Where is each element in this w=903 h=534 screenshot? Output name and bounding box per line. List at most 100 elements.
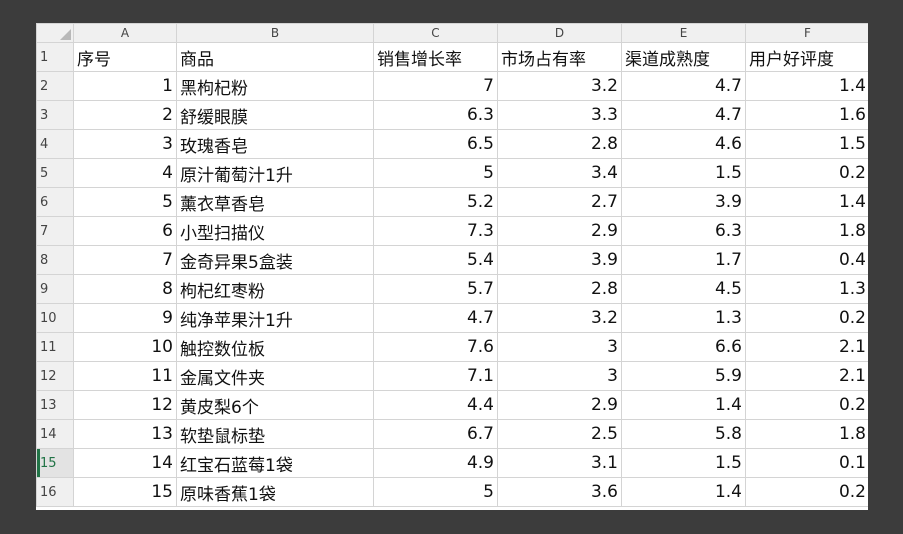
cell-a[interactable]: 3 [73,129,177,159]
row-number[interactable]: 4 [36,129,74,159]
row-number[interactable]: 3 [36,100,74,130]
cell-e[interactable]: 1.5 [621,158,746,188]
column-header-a[interactable]: A [73,23,177,43]
cell-d[interactable]: 3.9 [497,245,622,275]
cell-e[interactable]: 1.4 [621,390,746,420]
cell-b[interactable]: 薰衣草香皂 [176,187,374,217]
cell-b[interactable]: 枸杞红枣粉 [176,274,374,304]
cell-c[interactable]: 7.6 [373,332,498,362]
cell-a[interactable]: 1 [73,71,177,101]
cell-a[interactable]: 4 [73,158,177,188]
cell-a1[interactable]: 序号 [73,42,177,72]
cell-d[interactable]: 2.7 [497,187,622,217]
cell-c[interactable]: 6.5 [373,129,498,159]
cell-b[interactable]: 舒缓眼膜 [176,100,374,130]
cell-d[interactable]: 3.2 [497,303,622,333]
cell-e[interactable]: 5.8 [621,419,746,449]
row-number[interactable]: 9 [36,274,74,304]
row-number[interactable]: 8 [36,245,74,275]
cell-b[interactable]: 原味香蕉1袋 [176,477,374,507]
cell-a[interactable]: 5 [73,187,177,217]
cell-d1[interactable]: 市场占有率 [497,42,622,72]
row-number[interactable]: 10 [36,303,74,333]
cell-c[interactable]: 4.9 [373,448,498,478]
cell-d[interactable]: 3.6 [497,477,622,507]
cell-f[interactable]: 1.3 [745,274,868,304]
cell-e[interactable]: 6.3 [621,216,746,246]
cell-a[interactable]: 9 [73,303,177,333]
cell-e[interactable]: 1.4 [621,477,746,507]
cell-d[interactable]: 2.8 [497,129,622,159]
column-header-d[interactable]: D [497,23,622,43]
cell-f[interactable]: 0.2 [745,390,868,420]
cell-e[interactable]: 3.9 [621,187,746,217]
cell-a[interactable]: 2 [73,100,177,130]
cell-f[interactable]: 2.1 [745,361,868,391]
cell-c[interactable]: 4.4 [373,390,498,420]
column-header-c[interactable]: C [373,23,498,43]
cell-c[interactable]: 7.1 [373,361,498,391]
row-number[interactable]: 5 [36,158,74,188]
cell-e[interactable]: 4.7 [621,71,746,101]
cell-c[interactable]: 5.4 [373,245,498,275]
cell-b[interactable]: 小型扫描仪 [176,216,374,246]
cell-b[interactable]: 纯净苹果汁1升 [176,303,374,333]
row-number[interactable]: 11 [36,332,74,362]
cell-e[interactable]: 1.5 [621,448,746,478]
cell-e1[interactable]: 渠道成熟度 [621,42,746,72]
cell-a[interactable]: 14 [73,448,177,478]
cell-d[interactable]: 3.1 [497,448,622,478]
cell-b[interactable]: 红宝石蓝莓1袋 [176,448,374,478]
cell-b[interactable]: 黑枸杞粉 [176,71,374,101]
cell-b[interactable]: 原汁葡萄汁1升 [176,158,374,188]
cell-c[interactable]: 5.7 [373,274,498,304]
cell-e[interactable]: 1.7 [621,245,746,275]
cell-a[interactable]: 8 [73,274,177,304]
cell-a[interactable]: 13 [73,419,177,449]
cell-b[interactable]: 触控数位板 [176,332,374,362]
cell-f[interactable]: 1.6 [745,100,868,130]
cell-e[interactable]: 4.6 [621,129,746,159]
cell-c[interactable]: 7.3 [373,216,498,246]
row-number[interactable]: 2 [36,71,74,101]
cell-b[interactable]: 黄皮梨6个 [176,390,374,420]
select-all-corner[interactable] [36,23,74,43]
cell-b[interactable]: 玫瑰香皂 [176,129,374,159]
cell-e[interactable]: 4.7 [621,100,746,130]
cell-f[interactable]: 1.8 [745,419,868,449]
cell-d[interactable]: 2.9 [497,216,622,246]
cell-c[interactable]: 5.2 [373,187,498,217]
cell-b[interactable]: 金奇异果5盒装 [176,245,374,275]
cell-f[interactable]: 1.5 [745,129,868,159]
cell-d[interactable]: 3 [497,361,622,391]
column-header-e[interactable]: E [621,23,746,43]
cell-c[interactable]: 7 [373,71,498,101]
cell-d[interactable]: 2.9 [497,390,622,420]
cell-a[interactable]: 11 [73,361,177,391]
cell-a[interactable]: 7 [73,245,177,275]
cell-c[interactable]: 6.3 [373,100,498,130]
row-number[interactable]: 7 [36,216,74,246]
cell-f[interactable]: 1.4 [745,71,868,101]
cell-f[interactable]: 1.8 [745,216,868,246]
cell-e[interactable]: 6.6 [621,332,746,362]
cell-d[interactable]: 2.8 [497,274,622,304]
row-number[interactable]: 1 [36,42,74,72]
row-number[interactable]: 13 [36,390,74,420]
cell-f[interactable]: 0.2 [745,158,868,188]
cell-f[interactable]: 2.1 [745,332,868,362]
cell-c[interactable]: 5 [373,158,498,188]
cell-e[interactable]: 4.5 [621,274,746,304]
row-number[interactable]: 12 [36,361,74,391]
cell-f[interactable]: 0.4 [745,245,868,275]
cell-d[interactable]: 3.2 [497,71,622,101]
cell-f[interactable]: 0.2 [745,477,868,507]
cell-c[interactable]: 6.7 [373,419,498,449]
column-header-b[interactable]: B [176,23,374,43]
row-number[interactable]: 6 [36,187,74,217]
cell-a[interactable]: 6 [73,216,177,246]
row-number[interactable]: 14 [36,419,74,449]
cell-a[interactable]: 15 [73,477,177,507]
cell-f[interactable]: 1.4 [745,187,868,217]
cell-f1[interactable]: 用户好评度 [745,42,868,72]
